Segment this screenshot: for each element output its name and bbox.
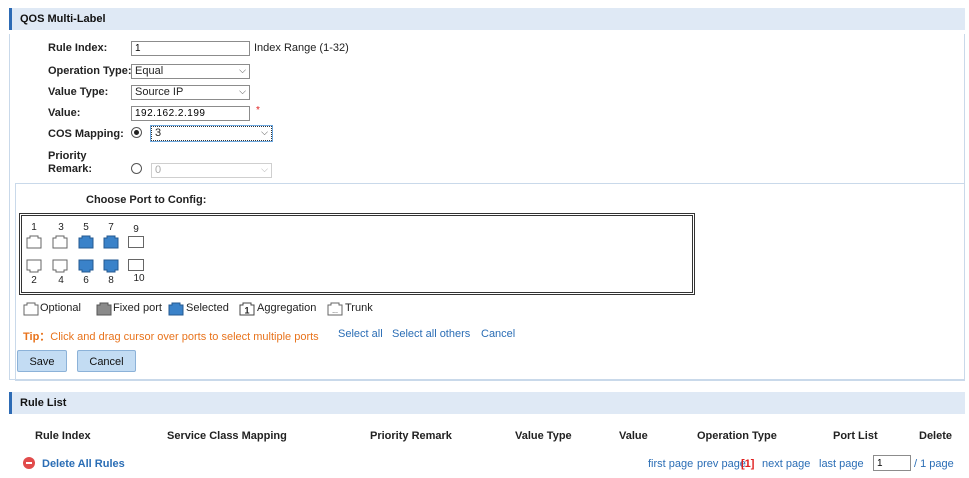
port-6-selected-icon[interactable] [78,259,94,273]
port-1-optional-icon[interactable] [26,235,42,249]
choose-port-title: Choose Port to Config: [86,194,207,206]
port-number: 1 [31,222,37,233]
value-type-value: Source IP [135,86,184,98]
column-header: Rule Index [35,430,91,442]
required-mark: * [256,105,260,116]
operation-type-value: Equal [135,65,164,77]
select-all-link[interactable]: Select all [338,328,383,340]
chevron-down-icon: ⌵ [239,65,246,75]
first-page-link[interactable]: first page [648,458,693,470]
next-page-link[interactable]: next page [762,458,810,470]
tip-message: Click and drag cursor over ports to sele… [50,331,319,343]
rule-index-input[interactable] [131,41,250,56]
cos-mapping-label: COS Mapping: [48,128,124,140]
selected-port-icon [168,302,184,316]
port-3-optional-icon[interactable] [52,235,68,249]
cancel-selection-link[interactable]: Cancel [481,328,515,340]
column-header: Value Type [515,430,572,442]
legend-fixed-port: Fixed port [113,302,162,314]
legend-aggregation: Aggregation [257,302,317,314]
priority-remark-label-line2: Remark: [48,163,93,175]
delete-icon[interactable] [23,457,35,469]
value-type-select[interactable]: Source IP ⌵ [131,85,250,100]
aggregation-port-icon: 1 [239,302,255,316]
rule-index-hint: Index Range (1-32) [254,42,349,54]
column-header: Operation Type [697,430,777,442]
tip-label: Tip： [23,331,51,343]
aggregation-number: 1 [244,306,249,316]
port-5-selected-icon[interactable] [78,235,94,249]
port-8-selected-icon[interactable] [103,259,119,273]
page-number-input[interactable] [873,455,911,471]
cos-mapping-radio[interactable] [131,127,142,138]
port-number: 5 [83,222,89,233]
port-number: 9 [133,224,139,235]
port-number: 3 [58,222,64,233]
legend-trunk: Trunk [345,302,373,314]
optional-port-icon [23,302,39,316]
port-2-optional-icon[interactable] [26,259,42,273]
column-header: Service Class Mapping [167,430,287,442]
column-header: Value [619,430,648,442]
rule-list-header: Rule List [9,392,965,414]
column-header: Delete [919,430,953,442]
value-input[interactable] [131,106,250,121]
port-number: 2 [31,275,37,286]
operation-type-label: Operation Type: [48,65,132,77]
port-number: 6 [83,275,89,286]
save-button[interactable]: Save [17,350,67,372]
priority-remark-label-line1: Priority [48,150,87,162]
legend-optional: Optional [40,302,81,314]
port-10-sfp-icon[interactable] [128,258,144,272]
chevron-down-icon: ⌵ [261,164,268,174]
port-number: 8 [108,275,114,286]
rule-list-title: Rule List [20,397,67,409]
delete-all-rules-link[interactable]: Delete All Rules [42,458,125,470]
port-selection-box[interactable] [19,213,695,295]
port-number: 7 [108,222,114,233]
port-number: 10 [133,273,145,284]
port-number: 4 [58,275,64,286]
fixed-port-icon [96,302,112,316]
chevron-down-icon: ⌵ [239,86,246,96]
trunk-port-icon: ... [327,302,343,316]
port-9-sfp-icon[interactable] [128,235,144,249]
rule-list-panel [9,413,965,453]
legend-selected: Selected [186,302,229,314]
priority-remark-value: 0 [155,164,162,176]
total-pages: / 1 page [914,458,954,470]
value-type-label: Value Type: [48,86,109,98]
prev-page-link[interactable]: prev page [697,458,746,470]
cos-mapping-value: 3 [155,127,162,139]
column-header: Priority Remark [370,430,452,442]
current-page: [1] [741,458,755,470]
section-title: QOS Multi-Label [20,13,106,25]
column-header: Port List [833,430,878,442]
cancel-button[interactable]: Cancel [77,350,136,372]
priority-remark-select[interactable]: 0 ⌵ [151,163,272,178]
qos-multi-label-header: QOS Multi-Label [9,8,965,30]
last-page-link[interactable]: last page [819,458,864,470]
priority-remark-radio[interactable] [131,163,142,174]
operation-type-select[interactable]: Equal ⌵ [131,64,250,79]
trunk-glyph: ... [332,308,338,315]
cos-mapping-select[interactable]: 3 ⌵ [151,126,272,141]
chevron-down-icon: ⌵ [261,127,268,137]
tip-text: Tip：Click and drag cursor over ports to … [23,328,319,344]
rule-index-label: Rule Index: [48,42,108,54]
port-7-selected-icon[interactable] [103,235,119,249]
port-4-optional-icon[interactable] [52,259,68,273]
select-all-others-link[interactable]: Select all others [392,328,470,340]
value-label: Value: [48,107,81,119]
